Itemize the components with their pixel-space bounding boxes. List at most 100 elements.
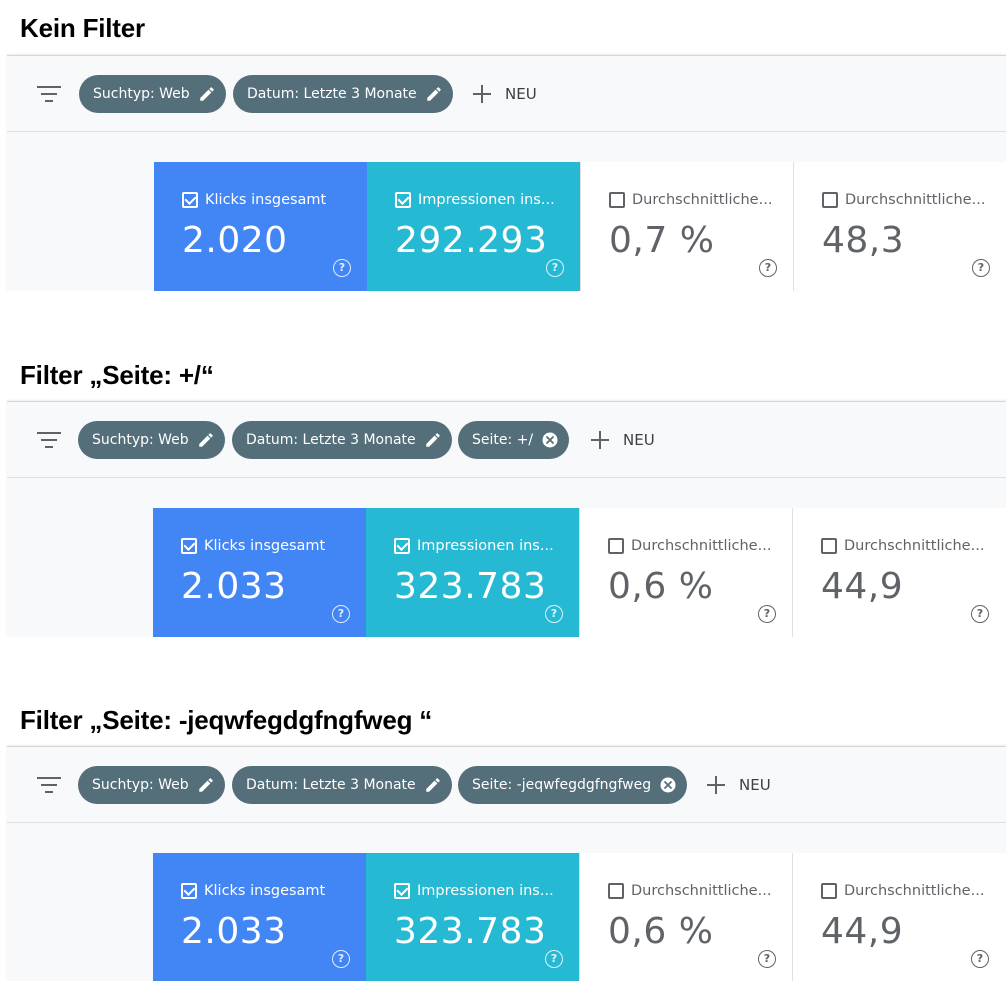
checkbox-checked-icon[interactable] <box>394 538 410 554</box>
metric-card-position[interactable]: Durchschnittliche... 44,9 ? <box>792 508 1005 637</box>
section-title: Filter „Seite: +/“ <box>20 360 214 390</box>
search-console-panel: Suchtyp: Web Datum: Letzte 3 Monate Seit… <box>7 746 1006 981</box>
plus-icon <box>590 430 610 450</box>
metric-card-clicks[interactable]: Klicks insgesamt 2.020 ? <box>154 162 367 291</box>
help-icon[interactable]: ? <box>545 950 563 968</box>
close-circle-icon[interactable] <box>541 431 559 449</box>
help-icon[interactable]: ? <box>332 605 350 623</box>
pencil-icon[interactable] <box>198 85 216 103</box>
help-icon[interactable]: ? <box>758 605 776 623</box>
section-filter-page-random: Filter „Seite: -jeqwfegdgfngfweg “ Sucht… <box>0 690 1006 981</box>
help-icon[interactable]: ? <box>758 950 776 968</box>
metric-label: Impressionen ins... <box>418 192 555 208</box>
checkbox-unchecked-icon[interactable] <box>608 883 624 899</box>
section-no-filter: Kein Filter Suchtyp: Web Datum: Letzte 3… <box>0 0 1006 292</box>
metric-value: 44,9 <box>821 566 904 607</box>
filter-list-icon[interactable] <box>37 775 61 795</box>
help-icon[interactable]: ? <box>972 259 990 277</box>
chip-search-type[interactable]: Suchtyp: Web <box>78 766 225 804</box>
help-icon[interactable]: ? <box>546 259 564 277</box>
metric-label: Impressionen ins... <box>417 883 554 899</box>
metric-value: 0,7 % <box>609 220 715 261</box>
metric-card-impressions[interactable]: Impressionen ins... 292.293 ? <box>367 162 580 291</box>
chip-search-type[interactable]: Suchtyp: Web <box>78 421 225 459</box>
checkbox-unchecked-icon[interactable] <box>821 883 837 899</box>
metric-value: 44,9 <box>821 911 904 952</box>
checkbox-checked-icon[interactable] <box>394 883 410 899</box>
checkbox-unchecked-icon[interactable] <box>821 538 837 554</box>
metric-card-ctr[interactable]: Durchschnittliche... 0,6 % ? <box>579 508 792 637</box>
metric-label: Durchschnittliche... <box>845 192 986 208</box>
pencil-icon[interactable] <box>197 776 215 794</box>
filter-list-icon[interactable] <box>37 84 61 104</box>
metric-card-ctr[interactable]: Durchschnittliche... 0,6 % ? <box>579 853 792 981</box>
metric-card-position[interactable]: Durchschnittliche... 48,3 ? <box>793 162 1006 291</box>
metric-card-clicks[interactable]: Klicks insgesamt 2.033 ? <box>153 508 366 637</box>
metric-cards: Klicks insgesamt 2.033 ? Impressionen in… <box>153 508 1006 637</box>
close-circle-icon[interactable] <box>659 776 677 794</box>
section-filter-page-plus: Filter „Seite: +/“ Suchtyp: Web Datum: L… <box>0 345 1006 637</box>
metric-label: Durchschnittliche... <box>844 538 985 554</box>
help-icon[interactable]: ? <box>333 259 351 277</box>
chip-date[interactable]: Datum: Letzte 3 Monate <box>232 421 452 459</box>
pencil-icon[interactable] <box>197 431 215 449</box>
metric-label: Klicks insgesamt <box>205 192 327 208</box>
chip-label: Datum: Letzte 3 Monate <box>247 86 417 102</box>
metric-card-impressions[interactable]: Impressionen ins... 323.783 ? <box>366 508 579 637</box>
checkbox-checked-icon[interactable] <box>181 538 197 554</box>
filter-list-icon[interactable] <box>37 430 61 450</box>
help-icon[interactable]: ? <box>971 605 989 623</box>
metric-value: 0,6 % <box>608 911 714 952</box>
checkbox-checked-icon[interactable] <box>395 192 411 208</box>
help-icon[interactable]: ? <box>971 950 989 968</box>
help-icon[interactable]: ? <box>759 259 777 277</box>
metric-card-ctr[interactable]: Durchschnittliche... 0,7 % ? <box>580 162 793 291</box>
pencil-icon[interactable] <box>424 431 442 449</box>
metric-label: Durchschnittliche... <box>844 883 985 899</box>
add-filter-button[interactable]: NEU <box>706 766 771 804</box>
metric-card-impressions[interactable]: Impressionen ins... 323.783 ? <box>366 853 579 981</box>
checkbox-unchecked-icon[interactable] <box>609 192 625 208</box>
chip-page-filter[interactable]: Seite: -jeqwfegdgfngfweg <box>458 766 688 804</box>
metric-label: Durchschnittliche... <box>631 538 772 554</box>
chip-label: Datum: Letzte 3 Monate <box>246 777 416 793</box>
plus-icon <box>472 84 492 104</box>
metric-value: 2.033 <box>181 566 287 607</box>
pencil-icon[interactable] <box>424 776 442 794</box>
metric-value: 0,6 % <box>608 566 714 607</box>
metric-cards: Klicks insgesamt 2.033 ? Impressionen in… <box>153 853 1006 981</box>
metric-card-clicks[interactable]: Klicks insgesamt 2.033 ? <box>153 853 366 981</box>
new-label: NEU <box>623 431 655 449</box>
metric-value: 292.293 <box>395 220 548 261</box>
chip-label: Seite: +/ <box>472 432 534 448</box>
metric-value: 48,3 <box>822 220 905 261</box>
metric-label: Impressionen ins... <box>417 538 554 554</box>
help-icon[interactable]: ? <box>332 950 350 968</box>
chip-date[interactable]: Datum: Letzte 3 Monate <box>233 75 453 113</box>
chip-search-type[interactable]: Suchtyp: Web <box>79 75 226 113</box>
metric-cards: Klicks insgesamt 2.020 ? Impressionen in… <box>154 162 1006 291</box>
filter-bar: Suchtyp: Web Datum: Letzte 3 Monate NEU <box>7 56 1006 132</box>
new-label: NEU <box>739 776 771 794</box>
chip-label: Suchtyp: Web <box>92 432 189 448</box>
chip-label: Seite: -jeqwfegdgfngfweg <box>472 777 652 793</box>
checkbox-checked-icon[interactable] <box>182 192 198 208</box>
chip-label: Suchtyp: Web <box>93 86 190 102</box>
chip-page-filter[interactable]: Seite: +/ <box>458 421 570 459</box>
pencil-icon[interactable] <box>425 85 443 103</box>
metric-card-position[interactable]: Durchschnittliche... 44,9 ? <box>792 853 1005 981</box>
metric-value: 2.020 <box>182 220 288 261</box>
checkbox-checked-icon[interactable] <box>181 883 197 899</box>
metric-value: 323.783 <box>394 911 547 952</box>
search-console-panel: Suchtyp: Web Datum: Letzte 3 Monate Seit… <box>7 401 1006 637</box>
checkbox-unchecked-icon[interactable] <box>608 538 624 554</box>
add-filter-button[interactable]: NEU <box>472 75 537 113</box>
plus-icon <box>706 775 726 795</box>
help-icon[interactable]: ? <box>545 605 563 623</box>
checkbox-unchecked-icon[interactable] <box>822 192 838 208</box>
add-filter-button[interactable]: NEU <box>590 421 655 459</box>
search-console-panel: Suchtyp: Web Datum: Letzte 3 Monate NEU … <box>7 55 1006 291</box>
metric-value: 323.783 <box>394 566 547 607</box>
chip-date[interactable]: Datum: Letzte 3 Monate <box>232 766 452 804</box>
metric-label: Klicks insgesamt <box>204 883 326 899</box>
